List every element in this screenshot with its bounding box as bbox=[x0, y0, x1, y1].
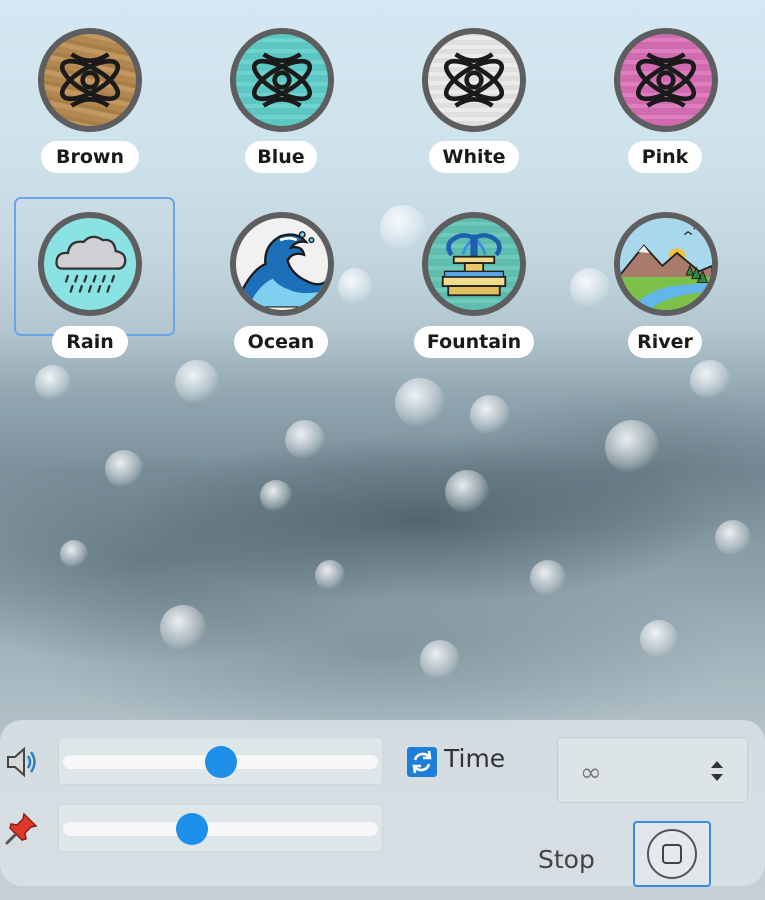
speaker-icon bbox=[7, 746, 36, 778]
atom-icon bbox=[230, 28, 334, 132]
sound-label: Fountain bbox=[414, 326, 534, 358]
pushpin-icon bbox=[5, 812, 38, 845]
sound-label: Pink bbox=[628, 141, 702, 173]
stop-label: Stop bbox=[538, 845, 595, 874]
stepper-icon[interactable] bbox=[709, 758, 725, 784]
pin-slider-thumb[interactable] bbox=[176, 813, 209, 845]
pin-slider-track bbox=[63, 822, 378, 836]
rain-cloud-icon bbox=[38, 212, 142, 316]
fountain-icon bbox=[422, 212, 526, 316]
time-value: ∞ bbox=[580, 758, 602, 788]
pin-slider[interactable] bbox=[58, 804, 383, 852]
time-label: Time bbox=[444, 744, 506, 773]
wave-icon bbox=[230, 212, 334, 316]
loop-icon[interactable] bbox=[407, 747, 437, 777]
sound-label: River bbox=[628, 326, 702, 358]
volume-slider[interactable] bbox=[58, 737, 383, 785]
sound-label: Brown bbox=[41, 141, 139, 173]
sound-label: White bbox=[429, 141, 519, 173]
sound-label: Ocean bbox=[234, 326, 328, 358]
volume-slider-thumb[interactable] bbox=[204, 746, 237, 778]
atom-icon bbox=[614, 28, 718, 132]
stop-icon bbox=[647, 829, 697, 879]
river-landscape-icon bbox=[614, 212, 718, 316]
stop-button[interactable] bbox=[633, 821, 711, 887]
atom-icon bbox=[422, 28, 526, 132]
sound-label: Blue bbox=[245, 141, 317, 173]
time-select[interactable]: ∞ bbox=[557, 737, 748, 803]
sound-label: Rain bbox=[52, 326, 128, 358]
atom-icon bbox=[38, 28, 142, 132]
